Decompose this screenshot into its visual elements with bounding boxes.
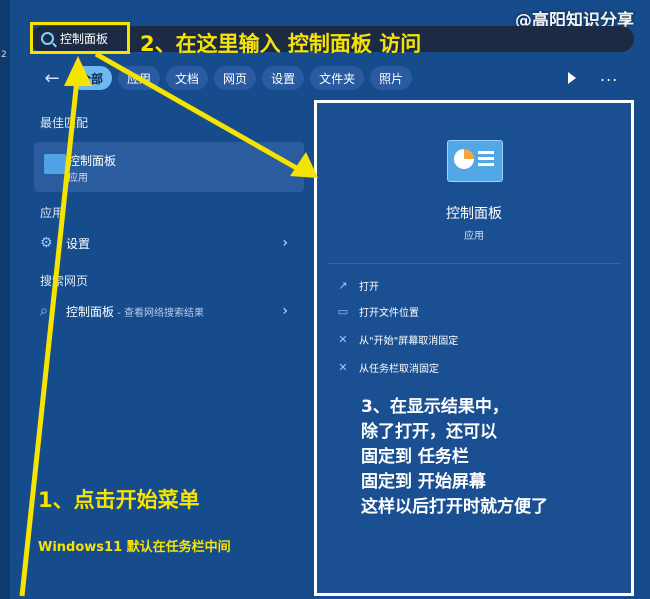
edge-digit: 2 [1,50,7,60]
step3-line: 除了打开，还可以 [361,422,497,442]
action-unpin-start[interactable]: ✕ 从"开始"屏幕取消固定 [337,329,458,349]
action-unpin-taskbar-label: 从任务栏取消固定 [359,363,439,375]
step3-line: 固定到 任务栏 [361,447,469,467]
step3-annotation: 3、在显示结果中， 除了打开，还可以 固定到 任务栏 固定到 开始屏幕 这样以后… [361,395,548,520]
filter-bar: ← 全部 应用 文档 网页 设置 文件夹 照片 [40,66,413,90]
settings-result-label: 设置 [66,236,91,251]
chevron-right-icon: › [282,303,288,319]
action-open-label: 打开 [359,281,379,293]
panel-app-name: 控制面板 [446,206,502,222]
search-icon [41,31,54,45]
filter-chip-all[interactable]: 全部 [70,66,113,90]
action-unpin-taskbar[interactable]: ✕ 从任务栏取消固定 [337,357,439,377]
unpin-icon: ✕ [338,332,348,346]
action-unpin-start-label: 从"开始"屏幕取消固定 [359,335,459,347]
step1-annotation: 1、点击开始菜单 [38,488,200,512]
filter-chip-docs[interactable]: 文档 [166,66,209,90]
play-icon[interactable] [568,72,576,84]
search-input-highlight[interactable]: 控制面板 [30,22,130,54]
action-open-file-location-label: 打开文件位置 [359,307,419,319]
best-match-title: 控制面板 [68,154,117,168]
best-match-subtitle: 应用 [68,173,88,184]
filter-chip-settings[interactable]: 设置 [262,66,305,90]
step2-annotation: 2、在这里输入 控制面板 访问 [140,32,422,56]
more-options-icon[interactable]: ... [600,66,618,85]
apps-heading: 应用 [40,206,65,220]
filter-chip-photos[interactable]: 照片 [370,66,413,90]
filter-chip-apps[interactable]: 应用 [118,66,161,90]
folder-icon: ▭ [337,304,349,318]
unpin-icon: ✕ [338,360,348,374]
panel-divider [327,263,621,264]
search-icon: ⌕ [40,303,48,319]
web-search-query: 控制面板 [66,304,115,319]
step3-line: 这样以后打开时就方便了 [361,497,548,517]
web-search-result-item[interactable]: ⌕ 控制面板 - 查看网络搜索结果 › [40,298,300,324]
arrow-left-icon[interactable]: ← [40,68,64,89]
open-external-icon: ↗ [338,278,348,292]
filter-chip-web[interactable]: 网页 [214,66,257,90]
action-open-file-location[interactable]: ▭ 打开文件位置 [337,301,419,321]
result-detail-panel: 控制面板 应用 ↗ 打开 ▭ 打开文件位置 ✕ 从"开始"屏幕取消固定 ✕ 从任… [314,100,634,596]
web-search-heading: 搜索网页 [40,274,89,288]
action-open[interactable]: ↗ 打开 [337,275,379,295]
step3-line: 固定到 开始屏幕 [361,472,486,492]
step3-line: 3、在显示结果中， [361,397,509,417]
web-search-suffix: - 查看网络搜索结果 [114,307,204,319]
control-panel-icon [447,140,503,182]
web-search-result-label: 控制面板 - 查看网络搜索结果 [66,303,204,320]
chevron-right-icon: › [282,235,288,251]
panel-app-type: 应用 [464,231,484,242]
gear-icon: ⚙ [40,235,53,251]
taskbar-hint: Windows11 默认在任务栏中间 [38,540,231,555]
filter-chip-folders[interactable]: 文件夹 [310,66,365,90]
search-input[interactable]: 控制面板 [60,30,108,47]
settings-result-item[interactable]: ⚙ 设置 › [40,230,300,256]
best-match-item[interactable]: 控制面板 应用 [34,142,304,192]
best-match-heading: 最佳匹配 [40,116,89,130]
control-panel-small-icon [44,154,66,174]
